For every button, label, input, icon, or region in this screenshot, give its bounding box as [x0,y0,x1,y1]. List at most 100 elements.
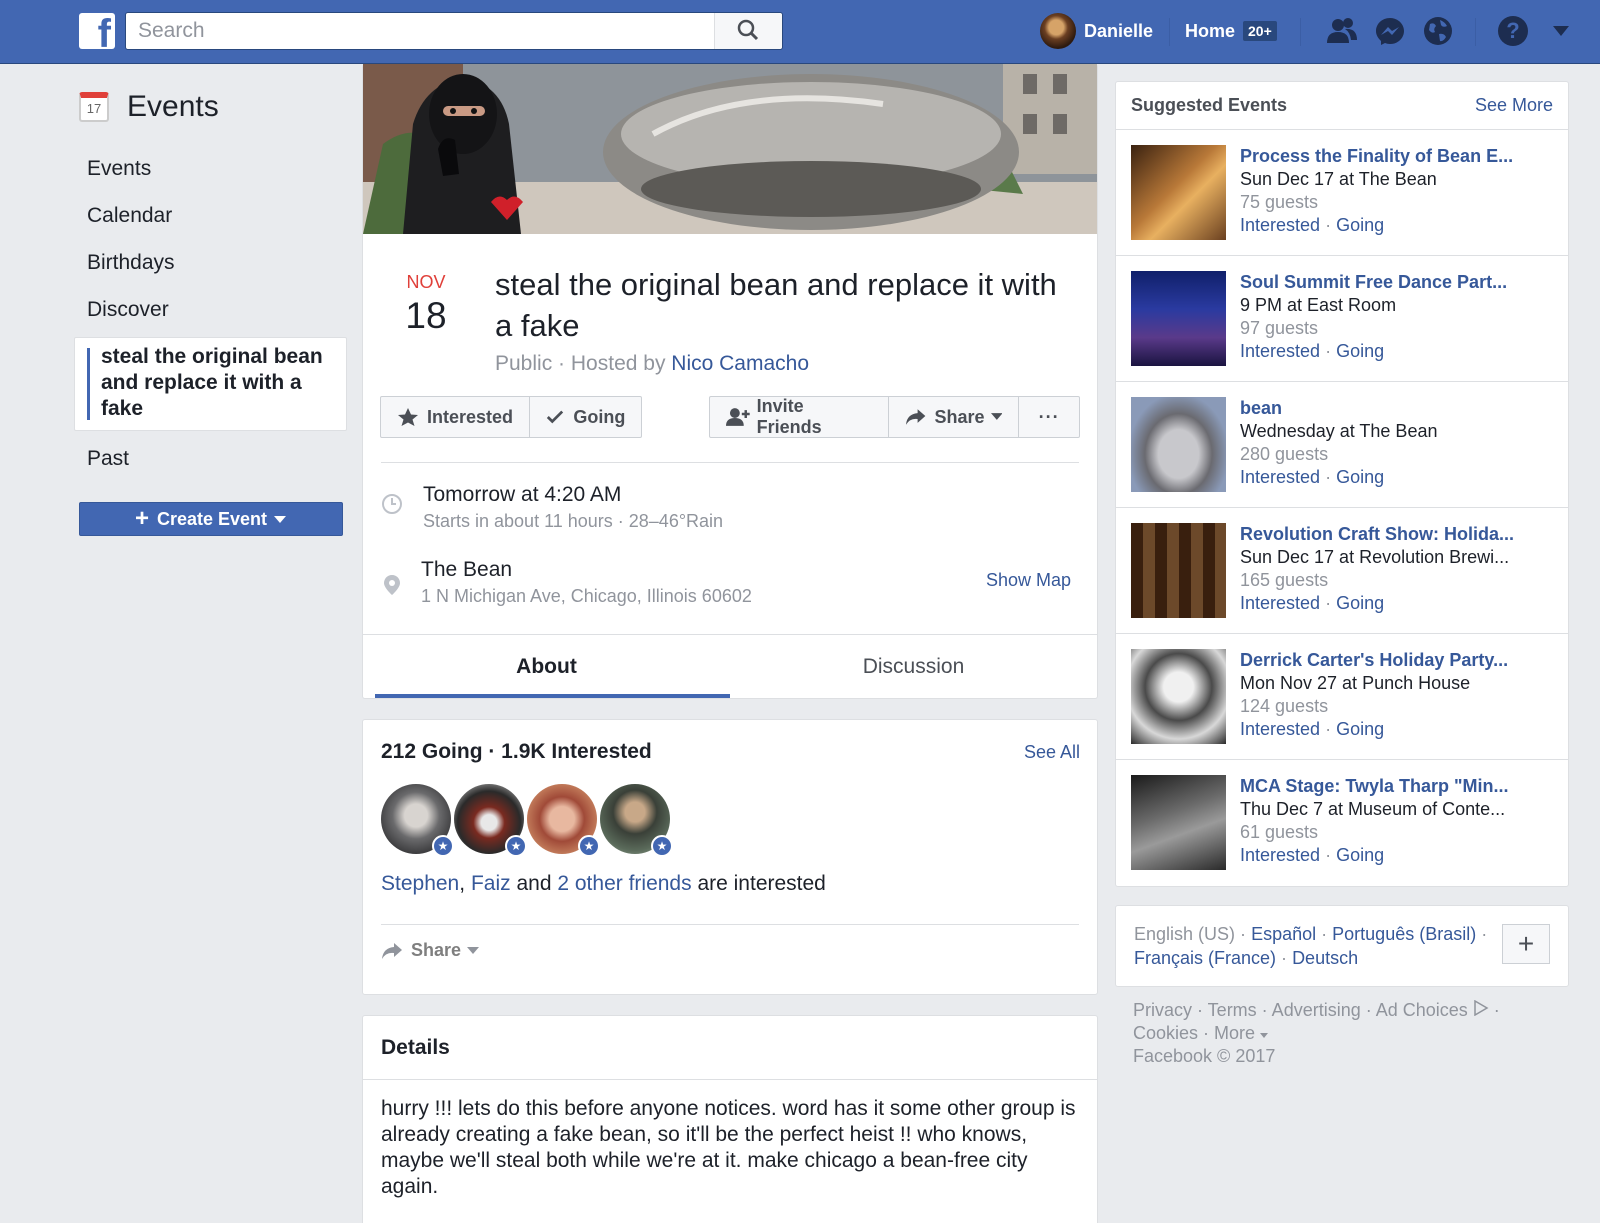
help-button[interactable]: ? [1497,15,1529,47]
nav-item-past[interactable]: Past [79,435,347,482]
footer-links-line2[interactable]: Cookies · More [1133,1022,1551,1045]
going-link[interactable]: Going [1336,719,1384,739]
event-thumbnail[interactable] [1131,271,1226,366]
event-time-detail: Starts in about 11 hours · 28–46°Rain [423,511,724,531]
interested-link[interactable]: Interested [1240,341,1320,361]
interested-link[interactable]: Interested [1240,467,1320,487]
tab-discussion[interactable]: Discussion [730,635,1097,698]
avatar[interactable]: ★ [527,784,600,857]
suggested-event-title[interactable]: Revolution Craft Show: Holida... [1240,523,1514,546]
going-link[interactable]: Going [1336,467,1384,487]
see-more-link[interactable]: See More [1475,95,1553,116]
going-link[interactable]: Going [1336,593,1384,613]
messages-button[interactable] [1374,15,1406,47]
nav-item-current-event[interactable]: steal the original bean and replace it w… [74,337,347,431]
suggested-event[interactable]: Derrick Carter's Holiday Party... Mon No… [1116,634,1568,760]
event-thumbnail[interactable] [1131,397,1226,492]
see-all-link[interactable]: See All [1024,742,1080,763]
account-menu-button[interactable] [1545,15,1577,47]
language-link[interactable]: Português (Brasil) [1332,924,1476,944]
suggested-event[interactable]: MCA Stage: Twyla Tharp "Min... Thu Dec 7… [1116,760,1568,886]
language-link[interactable]: Español [1251,924,1316,944]
avatar[interactable]: ★ [381,784,454,857]
facebook-logo-icon[interactable]: f [79,13,115,49]
avatar[interactable]: ★ [600,784,673,857]
share-button[interactable]: Share [889,396,1020,438]
location-pin-icon [384,575,400,595]
suggested-event[interactable]: Process the Finality of Bean E... Sun De… [1116,130,1568,256]
question-icon: ? [1498,16,1528,46]
search-button[interactable] [714,13,782,49]
home-count-badge: 20+ [1243,21,1277,41]
footer-links: Privacy · Terms · Advertising · Ad Choic… [1115,987,1569,1080]
share-arrow-icon [382,942,402,959]
event-month: NOV [406,272,446,292]
search-input[interactable] [126,13,716,49]
interested-button[interactable]: Interested [380,396,531,438]
right-column: Suggested Events See More Process the Fi… [1115,81,1569,1080]
interested-link[interactable]: Interested [1240,719,1320,739]
ellipsis-icon: ··· [1038,406,1060,427]
event-time-row: Tomorrow at 4:20 AM Starts in about 11 h… [381,462,1079,558]
language-link[interactable]: Deutsch [1292,948,1358,968]
avatar[interactable]: ★ [454,784,527,857]
avatar [1040,13,1076,49]
more-languages-button[interactable]: + [1502,924,1550,964]
profile-link[interactable]: Danielle [1040,13,1153,49]
going-button[interactable]: Going [530,396,643,438]
show-map-link[interactable]: Show Map [986,570,1071,591]
attendance-summary: 212 Going · 1.9K Interested [381,740,652,763]
event-thumbnail[interactable] [1131,145,1226,240]
friend-link-stephen[interactable]: Stephen [381,872,459,895]
nav-item-discover[interactable]: Discover [79,286,347,333]
event-thumbnail[interactable] [1131,523,1226,618]
place-name-link[interactable]: The Bean [421,558,512,582]
language-link[interactable]: Français (France) [1134,948,1276,968]
suggested-event[interactable]: Soul Summit Free Dance Part... 9 PM at E… [1116,256,1568,382]
suggested-event-title[interactable]: Derrick Carter's Holiday Party... [1240,649,1508,672]
interested-link[interactable]: Interested [1240,845,1320,865]
event-date: NOV 18 [381,264,471,402]
interested-link[interactable]: Interested [1240,593,1320,613]
nav-item-birthdays[interactable]: Birthdays [79,239,347,286]
share-label: Share [934,406,985,427]
interested-link[interactable]: Interested [1240,215,1320,235]
host-link[interactable]: Nico Camacho [671,352,809,375]
create-event-button[interactable]: + Create Event [79,502,343,536]
suggested-event[interactable]: Revolution Craft Show: Holida... Sun Dec… [1116,508,1568,634]
event-thumbnail[interactable] [1131,775,1226,870]
calendar-icon: 17 [79,92,109,122]
footer-links-line1[interactable]: Privacy · Terms · Advertising · Ad Choic… [1133,999,1551,1022]
friend-requests-button[interactable] [1326,15,1358,47]
suggested-event-title[interactable]: Process the Finality of Bean E... [1240,145,1513,168]
tab-about[interactable]: About [363,635,730,698]
event-cover-photo[interactable] [363,64,1097,234]
going-link[interactable]: Going [1336,215,1384,235]
friend-link-faiz[interactable]: Faiz [471,872,511,895]
other-friends-link[interactable]: 2 other friends [557,872,691,895]
more-options-button[interactable]: ··· [1019,396,1080,438]
suggested-event-title[interactable]: Soul Summit Free Dance Part... [1240,271,1507,294]
nav-item-calendar[interactable]: Calendar [79,192,347,239]
divider [381,924,1079,925]
invite-friends-button[interactable]: Invite Friends [708,396,890,438]
going-link[interactable]: Going [1336,341,1384,361]
attendance-share-button[interactable]: Share [381,940,480,961]
notifications-button[interactable] [1422,15,1454,47]
going-label: Going [573,406,626,427]
nav-item-events[interactable]: Events [79,145,347,192]
event-card: NOV 18 steal the original bean and repla… [362,64,1098,699]
event-thumbnail[interactable] [1131,649,1226,744]
add-friend-icon [725,408,750,426]
share-label: Share [411,940,462,960]
star-badge-icon: ★ [578,835,600,857]
separator: · [558,352,566,375]
suggested-event-title[interactable]: MCA Stage: Twyla Tharp "Min... [1240,775,1509,798]
going-link[interactable]: Going [1336,845,1384,865]
suggested-event[interactable]: bean Wednesday at The Bean 280 guests In… [1116,382,1568,508]
friends-icon [1327,18,1357,43]
details-heading: Details [363,1016,1097,1080]
suggested-event-title[interactable]: bean [1240,397,1437,420]
share-arrow-icon [906,409,926,425]
home-link[interactable]: Home 20+ [1185,13,1277,49]
